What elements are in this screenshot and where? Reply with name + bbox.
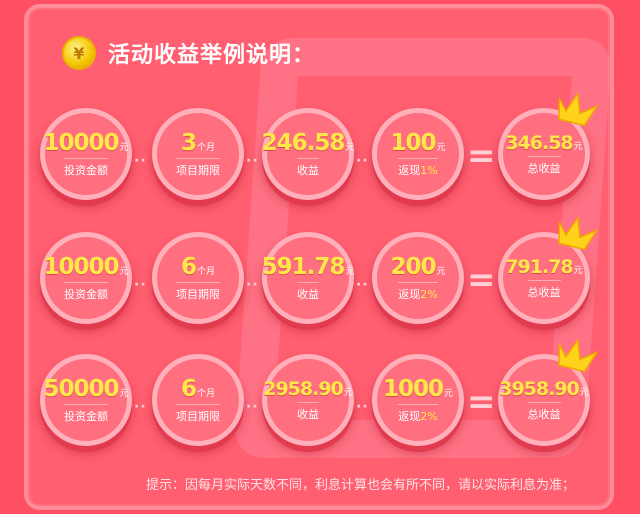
cashback-unit: 元: [436, 143, 446, 153]
earnings-circle: 246.58 元 收益: [262, 108, 354, 200]
earnings-label: 收益: [297, 158, 319, 178]
earnings-label: 收益: [297, 402, 319, 422]
invest-amount-label: 投资金额: [64, 158, 108, 178]
total-earnings-value: 346.58: [505, 132, 573, 154]
example-row-2: 10000 元 投资金额 ·· 6 个月 项目期限 ·· 591.78 元 收益 ··…: [40, 215, 610, 332]
cashback-label: 返现2%: [398, 404, 438, 424]
example-row-1: 10000 元 投资金额 ·· 3 个月 项目期限 ·· 246.58 元 收益 ··…: [40, 91, 610, 208]
earnings-circle: 2958.90 元 收益: [262, 354, 354, 446]
invest-amount-circle: 10000 元 投资金额: [40, 232, 132, 324]
section-header: ¥ 活动收益举例说明：: [62, 36, 315, 70]
invest-amount-value: 10000: [43, 254, 119, 280]
cashback-label-text: 返现: [398, 164, 421, 177]
connector-dots: ··: [246, 399, 259, 415]
total-earnings-value: 3958.90: [499, 378, 580, 400]
invest-amount-circle: 50000 元 投资金额: [40, 354, 132, 446]
term-label: 项目期限: [176, 404, 220, 424]
crown-icon: [558, 215, 599, 251]
term-unit: 个月: [197, 267, 216, 277]
equals-sign: =: [467, 136, 496, 176]
equals-sign: =: [467, 382, 496, 422]
total-earnings-label: 总收益: [527, 280, 561, 300]
cashback-value: 200: [390, 254, 436, 280]
example-row-3: 50000 元 投资金额 ·· 6 个月 项目期限 ·· 2958.90 元 收益 ·…: [40, 337, 610, 454]
term-circle: 6 个月 项目期限: [152, 354, 244, 446]
term-value: 3: [180, 130, 197, 156]
cashback-percent: 2%: [420, 288, 438, 301]
earnings-unit: 元: [343, 388, 353, 398]
connector-dots: ··: [134, 153, 147, 169]
invest-amount-unit: 元: [119, 143, 129, 153]
term-circle: 6 个月 项目期限: [152, 232, 244, 324]
connector-dots: ··: [356, 277, 369, 293]
invest-amount-circle: 10000 元 投资金额: [40, 108, 132, 200]
earnings-label: 收益: [297, 282, 319, 302]
connector-dots: ··: [356, 399, 369, 415]
cashback-unit: 元: [444, 389, 454, 399]
yen-coin-icon: ¥: [62, 36, 96, 70]
cashback-value: 1000: [382, 376, 444, 402]
total-earnings-value: 791.78: [505, 256, 573, 278]
term-unit: 个月: [197, 389, 216, 399]
cashback-label-text: 返现: [398, 288, 421, 301]
cashback-value: 100: [390, 130, 436, 156]
connector-dots: ··: [356, 153, 369, 169]
cashback-circle: 200 元 返现2%: [372, 232, 464, 324]
total-earnings-unit: 元: [573, 142, 583, 152]
crown-icon: [558, 91, 599, 127]
equals-sign: =: [467, 260, 496, 300]
cashback-percent: 1%: [420, 164, 438, 177]
earnings-value: 246.58: [261, 130, 346, 156]
term-label: 项目期限: [176, 158, 220, 178]
crown-icon: [558, 337, 599, 373]
earnings-circle: 591.78 元 收益: [262, 232, 354, 324]
cashback-label: 返现2%: [398, 282, 438, 302]
cashback-circle: 100 元 返现1%: [372, 108, 464, 200]
cashback-label-text: 返现: [398, 410, 421, 423]
total-earnings-label: 总收益: [527, 402, 561, 422]
connector-dots: ··: [134, 277, 147, 293]
earnings-value: 591.78: [261, 254, 346, 280]
total-earnings-label: 总收益: [527, 156, 561, 176]
total-earnings-unit: 元: [573, 266, 583, 276]
earnings-value: 2958.90: [263, 378, 344, 400]
footer-hint: 提示：因每月实际天数不同，利息计算也会有所不同，请以实际利息为准；: [146, 478, 576, 493]
invest-amount-value: 50000: [43, 376, 119, 402]
invest-amount-unit: 元: [119, 267, 129, 277]
term-unit: 个月: [197, 143, 216, 153]
cashback-unit: 元: [436, 267, 446, 277]
term-value: 6: [180, 254, 197, 280]
invest-amount-label: 投资金额: [64, 404, 108, 424]
cashback-label: 返现1%: [398, 158, 438, 178]
cashback-percent: 2%: [420, 410, 438, 423]
invest-amount-label: 投资金额: [64, 282, 108, 302]
connector-dots: ··: [134, 399, 147, 415]
term-label: 项目期限: [176, 282, 220, 302]
section-title: 活动收益举例说明：: [108, 43, 316, 68]
connector-dots: ··: [246, 153, 259, 169]
invest-amount-unit: 元: [119, 389, 129, 399]
term-circle: 3 个月 项目期限: [152, 108, 244, 200]
total-earnings-unit: 元: [579, 388, 589, 398]
connector-dots: ··: [246, 277, 259, 293]
earnings-unit: 元: [345, 267, 355, 277]
invest-amount-value: 10000: [43, 130, 119, 156]
earnings-unit: 元: [345, 143, 355, 153]
cashback-circle: 1000 元 返现2%: [372, 354, 464, 446]
term-value: 6: [180, 376, 197, 402]
